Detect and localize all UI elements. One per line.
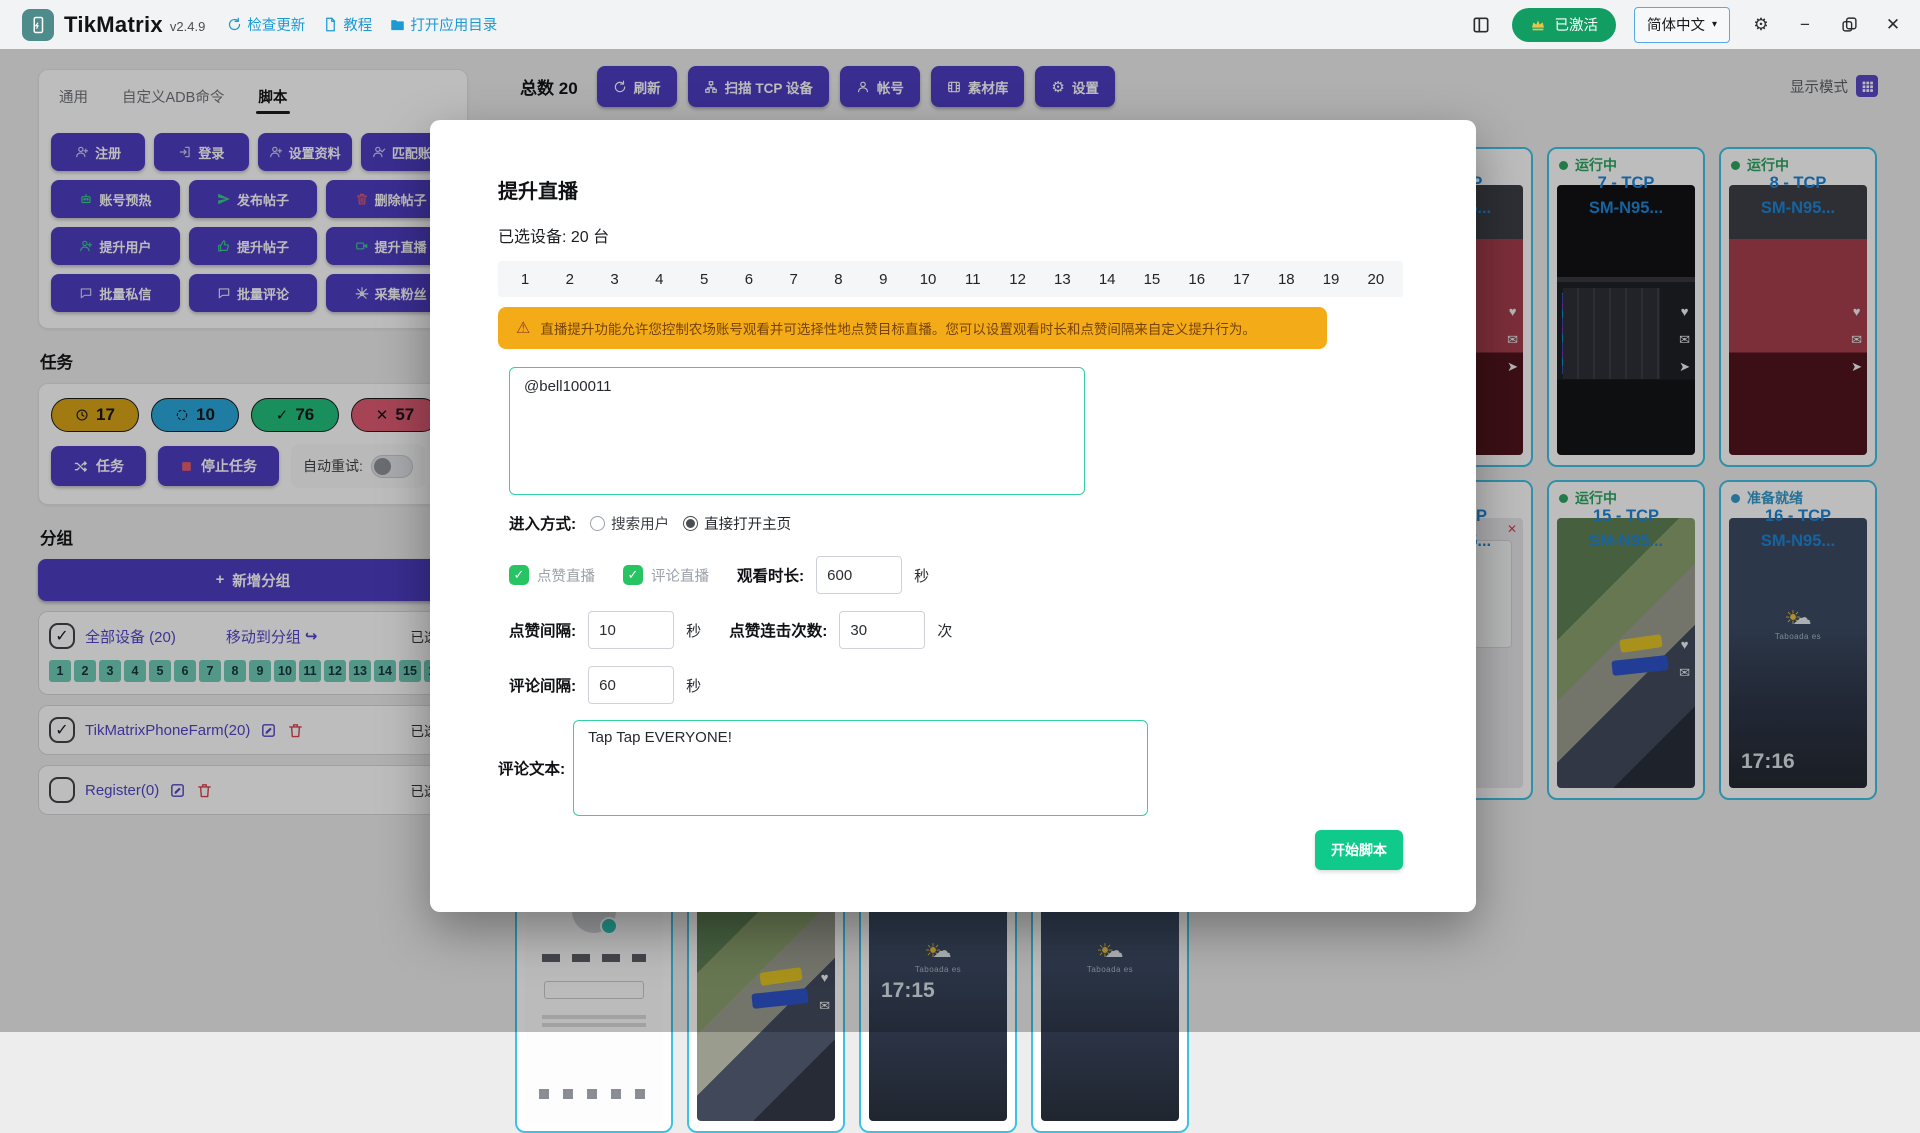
crown-icon (1530, 17, 1546, 33)
doc-icon (323, 17, 338, 32)
restore-window-button[interactable] (1836, 12, 1862, 38)
warning-banner: ⚠ 直播提升功能允许您控制农场账号观看并可选择性地点赞目标直播。您可以设置观看时… (498, 307, 1327, 349)
folder-icon (390, 17, 405, 32)
close-window-button[interactable]: ✕ (1880, 12, 1906, 38)
modal-device-number[interactable]: 11 (964, 271, 982, 288)
like-interval-input[interactable] (588, 611, 674, 649)
modal-device-number[interactable]: 17 (1233, 271, 1251, 288)
like-combo-input[interactable] (839, 611, 925, 649)
titlebar-link-2[interactable]: 打开应用目录 (390, 14, 497, 35)
watch-duration-label: 观看时长: (737, 564, 804, 586)
modal-device-number[interactable]: 12 (1009, 271, 1027, 288)
watch-row: ✓ 点赞直播 ✓ 评论直播 观看时长: 秒 (509, 556, 1403, 594)
titlebar-links: 检查更新教程打开应用目录 (227, 14, 497, 35)
modal-device-number[interactable]: 6 (740, 271, 758, 288)
chevron-down-icon: ▾ (1712, 19, 1717, 30)
modal-device-number[interactable]: 9 (874, 271, 892, 288)
modal-device-number[interactable]: 20 (1367, 271, 1385, 288)
settings-gear-icon[interactable]: ⚙ (1748, 12, 1774, 38)
language-select[interactable]: 简体中文 ▾ (1634, 7, 1730, 43)
entry-mode-row: 进入方式: 搜索用户 直接打开主页 (509, 512, 1403, 534)
comment-text-label: 评论文本: (498, 757, 565, 779)
modal-device-number[interactable]: 2 (561, 271, 579, 288)
titlebar-link-1[interactable]: 教程 (323, 14, 372, 35)
watch-duration-input[interactable] (816, 556, 902, 594)
titlebar-link-0[interactable]: 检查更新 (227, 14, 305, 35)
modal-device-numbers: 1234567891011121314151617181920 (498, 261, 1403, 297)
boost-live-modal: 提升直播 已选设备: 20 台 123456789101112131415161… (430, 120, 1476, 912)
activated-badge[interactable]: 已激活 (1512, 8, 1616, 42)
start-script-button[interactable]: 开始脚本 (1315, 830, 1403, 870)
modal-title: 提升直播 (498, 175, 1403, 204)
like-interval-row: 点赞间隔: 秒 点赞连击次数: 次 (509, 611, 1403, 649)
comment-text-input[interactable]: Tap Tap EVERYONE! (573, 720, 1148, 816)
modal-device-number[interactable]: 19 (1322, 271, 1340, 288)
selected-devices-label: 已选设备: 20 台 (498, 223, 1403, 247)
radio-search-user[interactable] (590, 516, 605, 531)
target-user-input[interactable]: @bell100011 (509, 367, 1085, 495)
refresh-icon (227, 17, 242, 32)
comment-live-checkbox[interactable]: ✓ (623, 565, 643, 585)
modal-device-number[interactable]: 14 (1098, 271, 1116, 288)
entry-mode-label: 进入方式: (509, 512, 576, 534)
app-title: TikMatrix (64, 12, 163, 38)
comment-interval-label: 评论间隔: (509, 674, 576, 696)
warning-icon: ⚠ (516, 318, 530, 338)
modal-device-number[interactable]: 4 (650, 271, 668, 288)
modal-device-number[interactable]: 16 (1188, 271, 1206, 288)
comment-interval-row: 评论间隔: 秒 (509, 666, 1403, 704)
app-version: v2.4.9 (170, 19, 205, 34)
modal-device-number[interactable]: 7 (785, 271, 803, 288)
modal-device-number[interactable]: 18 (1277, 271, 1295, 288)
app-logo-icon (22, 9, 54, 41)
modal-device-number[interactable]: 3 (606, 271, 624, 288)
comment-interval-input[interactable] (588, 666, 674, 704)
minimize-button[interactable]: − (1792, 12, 1818, 38)
like-combo-label: 点赞连击次数: (729, 619, 827, 641)
sidebar-toggle-icon[interactable] (1468, 12, 1494, 38)
like-interval-label: 点赞间隔: (509, 619, 576, 641)
comment-text-row: 评论文本: Tap Tap EVERYONE! (498, 720, 1403, 816)
radio-open-homepage[interactable] (683, 516, 698, 531)
modal-device-number[interactable]: 15 (1143, 271, 1161, 288)
modal-device-number[interactable]: 13 (1053, 271, 1071, 288)
titlebar: TikMatrix v2.4.9 检查更新教程打开应用目录 已激活 简体中文 ▾… (0, 0, 1920, 49)
modal-device-number[interactable]: 5 (695, 271, 713, 288)
modal-device-number[interactable]: 1 (516, 271, 534, 288)
modal-device-number[interactable]: 10 (919, 271, 937, 288)
modal-device-number[interactable]: 8 (829, 271, 847, 288)
like-live-checkbox[interactable]: ✓ (509, 565, 529, 585)
